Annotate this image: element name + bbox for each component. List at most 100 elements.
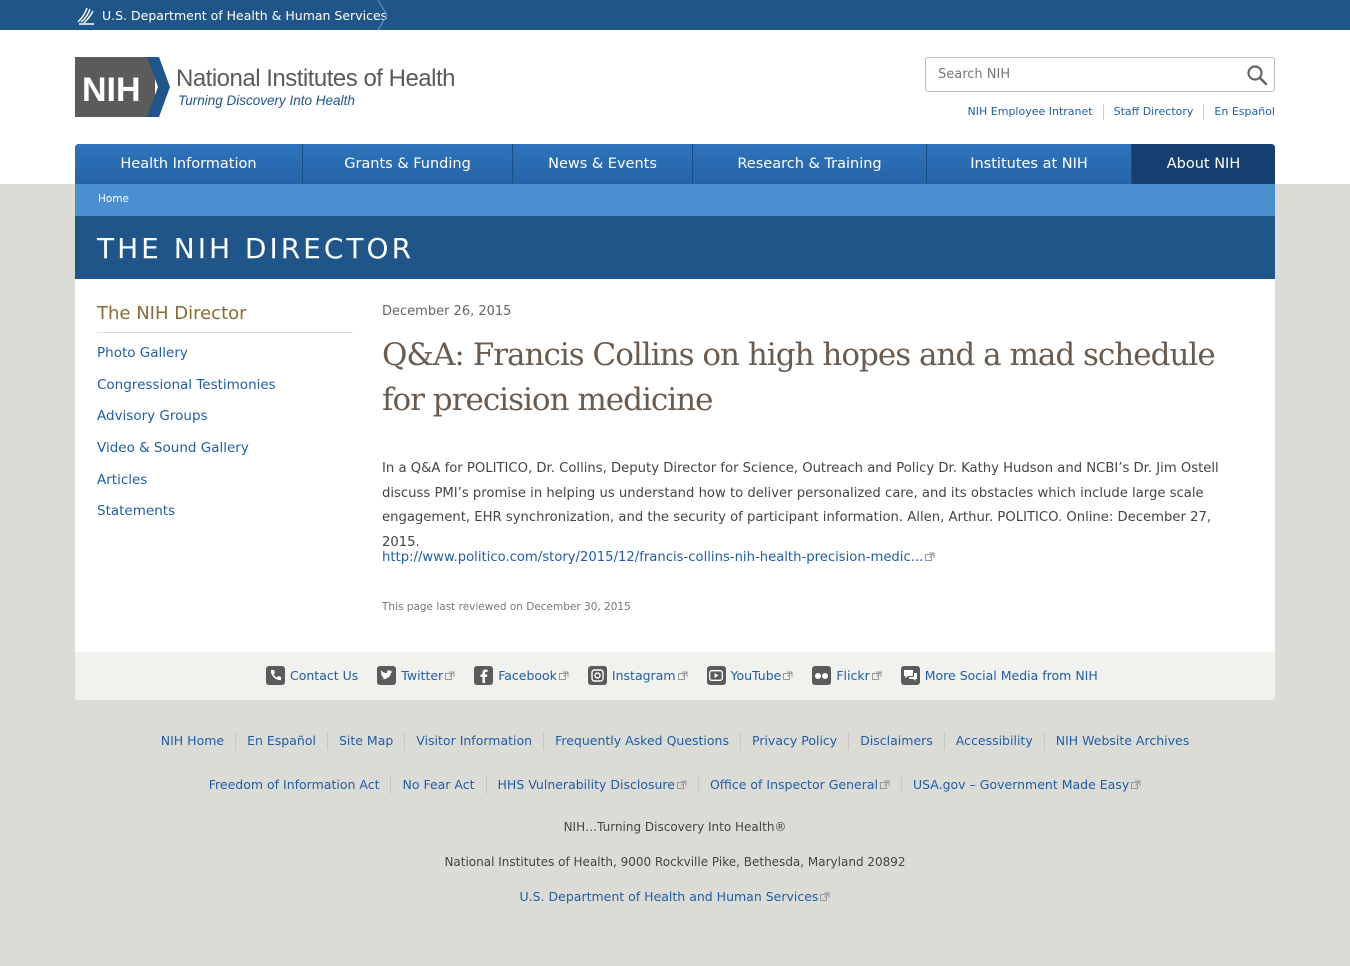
external-link-icon (1131, 780, 1141, 789)
sidebar-item-congressional-testimonies[interactable]: Congressional Testimonies (97, 377, 276, 393)
en-espanol-link[interactable]: En Español (1203, 104, 1275, 120)
instagram-label: Instagram (611, 668, 676, 683)
search-box (925, 57, 1275, 92)
twitter-icon (377, 666, 397, 685)
section-banner: THE NIH DIRECTOR (75, 216, 1275, 279)
footer-website-archives[interactable]: NIH Website Archives (1043, 732, 1201, 750)
footer-links-primary: NIH Home En Español Site Map Visitor Inf… (0, 732, 1350, 750)
more-social-media-label: More Social Media from NIH (924, 668, 1098, 683)
nav-grants-funding[interactable]: Grants & Funding (303, 144, 513, 184)
nav-news-events[interactable]: News & Events (513, 144, 693, 184)
hhs-bar: U.S. Department of Health & Human Servic… (0, 0, 1350, 30)
external-link-icon (677, 671, 688, 680)
footer-usa-gov-label: USA.gov – Government Made Easy (912, 777, 1130, 792)
search-input[interactable] (926, 58, 1226, 91)
footer-faq[interactable]: Frequently Asked Questions (543, 732, 740, 750)
footer-disclaimers[interactable]: Disclaimers (848, 732, 944, 750)
contact-us-label: Contact Us (290, 668, 359, 683)
facebook-label: Facebook (498, 668, 557, 683)
article-body: In a Q&A for POLITICO, Dr. Collins, Depu… (382, 461, 1219, 550)
flickr-icon (812, 666, 832, 685)
breadcrumb: Home (75, 184, 1275, 216)
logo-text: National Institutes of Health Turning Di… (176, 65, 456, 109)
logo-mark-text: NIH (82, 71, 141, 109)
main-content: The NIH Director Photo Gallery Congressi… (75, 279, 1275, 652)
flickr-label: Flickr (836, 668, 870, 683)
employee-intranet-link[interactable]: NIH Employee Intranet (958, 104, 1103, 120)
nav-institutes-at-nih[interactable]: Institutes at NIH (927, 144, 1132, 184)
article-external-link[interactable]: http://www.politico.com/story/2015/12/fr… (382, 550, 935, 565)
logo-tagline: Turning Discovery Into Health (178, 93, 355, 108)
footer-usa-gov[interactable]: USA.gov – Government Made Easy (900, 776, 1152, 794)
footer-inspector-general-label: Office of Inspector General (709, 777, 878, 792)
utility-links: NIH Employee Intranet Staff Directory En… (958, 104, 1275, 120)
facebook-link[interactable]: Facebook (474, 666, 569, 685)
more-social-media-link[interactable]: More Social Media from NIH (900, 666, 1098, 685)
external-link-icon (445, 671, 455, 680)
hhs-text: U.S. Department of Health & Human Servic… (102, 7, 388, 23)
footer-accessibility[interactable]: Accessibility (943, 732, 1044, 750)
external-link-icon (783, 671, 793, 680)
sidebar-item-articles[interactable]: Articles (97, 472, 147, 488)
sidebar-item-photo-gallery[interactable]: Photo Gallery (97, 345, 188, 361)
nav-about-nih[interactable]: About NIH (1132, 144, 1275, 184)
external-link-icon (879, 780, 890, 789)
external-link-icon (820, 892, 830, 901)
phone-icon (266, 666, 285, 685)
instagram-icon (587, 666, 607, 685)
article-date: December 26, 2015 (382, 304, 512, 319)
twitter-label: Twitter (401, 668, 444, 683)
external-link-icon (871, 671, 882, 680)
external-link-icon (925, 552, 935, 561)
footer-inspector-general[interactable]: Office of Inspector General (697, 776, 901, 794)
logo-title: National Institutes of Health (176, 65, 456, 92)
flickr-link[interactable]: Flickr (812, 666, 882, 685)
contact-us-link[interactable]: Contact Us (266, 666, 358, 685)
nih-logo-mark: NIH (75, 57, 170, 117)
footer-en-espanol[interactable]: En Español (235, 732, 327, 750)
external-link-icon (676, 780, 687, 789)
breadcrumb-home[interactable]: Home (98, 193, 129, 205)
footer-hhs-vulnerability[interactable]: HHS Vulnerability Disclosure (485, 776, 698, 794)
sidebar-item-statements[interactable]: Statements (97, 503, 175, 519)
staff-directory-link[interactable]: Staff Directory (1102, 104, 1204, 120)
article-headline: Q&A: Francis Collins on high hopes and a… (382, 337, 1216, 418)
youtube-label: YouTube (730, 668, 782, 683)
sidebar-nav: Photo Gallery Congressional Testimonies … (97, 345, 276, 535)
footer-hhs-link[interactable]: U.S. Department of Health and Human Serv… (0, 889, 1350, 904)
chevron-right-icon (377, 0, 388, 30)
sidebar-item-video-sound-gallery[interactable]: Video & Sound Gallery (97, 440, 249, 456)
footer-nih-home[interactable]: NIH Home (150, 732, 235, 750)
page-reviewed-note: This page last reviewed on December 30, … (382, 601, 631, 613)
footer-address: National Institutes of Health, 9000 Rock… (444, 855, 906, 869)
sidebar-item-advisory-groups[interactable]: Advisory Groups (97, 408, 208, 424)
hhs-eagle-icon (77, 7, 94, 25)
footer-links-secondary: Freedom of Information Act No Fear Act H… (0, 776, 1350, 794)
footer-site-map[interactable]: Site Map (326, 732, 404, 750)
social-bar: Contact Us Twitter Facebook Instagram Yo… (75, 652, 1275, 700)
nav-research-training[interactable]: Research & Training (693, 144, 927, 184)
footer-tagline: NIH…Turning Discovery Into Health® (563, 820, 787, 834)
nih-logo[interactable]: NIH National Institutes of Health Turnin… (75, 57, 456, 117)
sidebar-title: The NIH Director (97, 303, 247, 324)
chat-bubbles-icon (900, 666, 920, 685)
facebook-icon (474, 666, 494, 685)
article-link-text[interactable]: http://www.politico.com/story/2015/12/fr… (382, 550, 923, 565)
youtube-icon (706, 666, 726, 685)
external-link-icon (558, 671, 569, 680)
footer-hhs-vulnerability-label: HHS Vulnerability Disclosure (497, 777, 675, 792)
footer-no-fear-act[interactable]: No Fear Act (390, 776, 485, 794)
sidebar-divider (97, 332, 353, 333)
twitter-link[interactable]: Twitter (377, 666, 455, 685)
nav-health-information[interactable]: Health Information (75, 144, 303, 184)
hhs-link[interactable]: U.S. Department of Health & Human Servic… (75, 0, 387, 30)
footer-privacy-policy[interactable]: Privacy Policy (740, 732, 848, 750)
footer-foia[interactable]: Freedom of Information Act (198, 776, 391, 794)
section-title: THE NIH DIRECTOR (97, 232, 415, 265)
youtube-link[interactable]: YouTube (706, 666, 794, 685)
footer-hhs-link-text[interactable]: U.S. Department of Health and Human Serv… (520, 889, 819, 904)
main-nav: Health Information Grants & Funding News… (75, 144, 1275, 184)
search-icon[interactable] (1246, 64, 1268, 86)
footer-visitor-information[interactable]: Visitor Information (404, 732, 543, 750)
instagram-link[interactable]: Instagram (587, 666, 688, 685)
